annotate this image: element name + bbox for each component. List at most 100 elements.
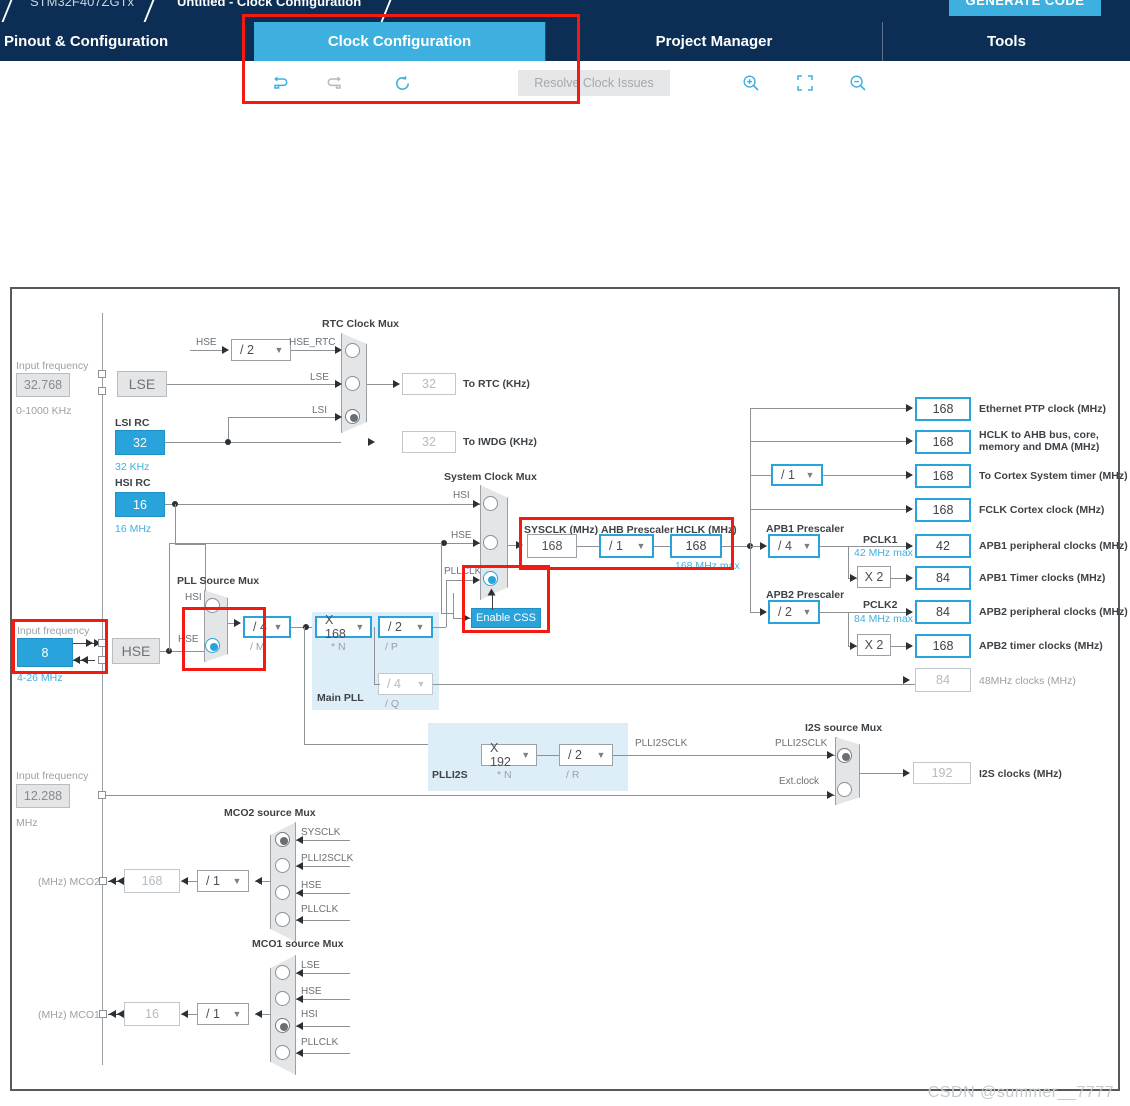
lse-input-frequency-label: Input frequency — [16, 360, 89, 372]
arrow-hse-pin-out-1 — [86, 638, 93, 647]
arrow-lse-to-rtcmux — [335, 379, 342, 388]
plli2s-r-divider-select[interactable]: / 2 ▼ — [559, 744, 613, 766]
mco1-option-hsi[interactable] — [275, 1018, 290, 1033]
pll-n-multiplier-select[interactable]: X 168 ▼ — [315, 613, 372, 641]
ethernet-ptp-value: 168 — [915, 397, 971, 421]
lse-oscillator-box[interactable]: LSE — [117, 371, 167, 397]
wire-hsi-branch-right — [175, 544, 205, 545]
pll-p-divider-select[interactable]: / 2 ▼ — [378, 616, 433, 638]
i2s-ext-unit-label: MHz — [16, 817, 38, 829]
rtc-mux-option-hse-rtc[interactable] — [345, 343, 360, 358]
i2s-clocks-label: I2S clocks (MHz) — [979, 768, 1062, 780]
cortex-systimer-prescaler-select[interactable]: / 1 ▼ — [771, 464, 823, 486]
undo-icon[interactable] — [267, 70, 293, 96]
sysmux-option-hse[interactable] — [483, 535, 498, 550]
enable-css-button[interactable]: Enable CSS — [471, 608, 541, 628]
wire-hclk-to-apb2-vert — [750, 546, 751, 612]
apb1-prescaler-select[interactable]: / 4 ▼ — [768, 534, 820, 558]
lsi-rc-title: LSI RC — [115, 417, 150, 429]
cortex-systimer-prescaler-value: / 1 — [781, 468, 795, 482]
mco2-divider-select[interactable]: / 1 ▼ — [197, 870, 249, 892]
i2s-clocks-value: 192 — [913, 762, 971, 784]
redo-icon — [322, 70, 348, 96]
ahb-prescaler-select[interactable]: / 1 ▼ — [599, 534, 654, 558]
pll-m-divider-select[interactable]: / 4 ▼ — [243, 616, 291, 638]
sysmux-option-hsi[interactable] — [483, 496, 498, 511]
lse-pin-out — [98, 387, 106, 395]
pll-mux-option-hsi[interactable] — [205, 598, 220, 613]
to-rtc-value: 32 — [402, 373, 456, 395]
i2s-ext-input-frequency-field[interactable]: 12.288 — [16, 784, 70, 808]
breadcrumb-current-page[interactable]: Untitled - Clock Configuration — [177, 0, 361, 9]
plli2s-n-multiplier-select[interactable]: X 192 ▼ — [481, 741, 537, 769]
arrow-mco1-pin-2 — [117, 1009, 124, 1018]
mco2-option-plli2sclk[interactable] — [275, 858, 290, 873]
reset-icon[interactable] — [389, 70, 415, 96]
fit-to-screen-icon[interactable] — [792, 70, 818, 96]
wire-hse-to-css — [441, 543, 442, 613]
arrow-to-apb1-x2 — [850, 573, 857, 582]
arrow-mco1-div-out — [181, 1009, 188, 1018]
mco1-value: 16 — [124, 1002, 180, 1026]
ahb-prescaler-value: / 1 — [609, 539, 623, 553]
pll-n-multiplier-value: X 168 — [325, 613, 346, 641]
main-pll-title: Main PLL — [317, 692, 364, 704]
hsi-frequency-field[interactable]: 16 — [115, 492, 165, 517]
i2smux-option-plli2sclk[interactable] — [837, 748, 852, 763]
mco1-divider-select[interactable]: / 1 ▼ — [197, 1003, 249, 1025]
generate-code-button[interactable]: GENERATE CODE — [949, 0, 1101, 16]
i2s-ext-input-frequency-label: Input frequency — [16, 770, 89, 782]
rtc-mux-option-lsi[interactable] — [345, 409, 360, 424]
mco2-pin-label: (MHz) MCO2 — [38, 876, 100, 888]
i2s-ext-pin — [98, 791, 106, 799]
wire-to-plli2s-n — [304, 744, 430, 745]
tab-pinout-configuration[interactable]: Pinout & Configuration — [0, 22, 254, 61]
mco1-option-pllclk[interactable] — [275, 1045, 290, 1060]
breadcrumb-separator-2 — [378, 0, 394, 22]
wire-hse-to-sysmux — [169, 543, 480, 544]
lsi-frequency-field[interactable]: 32 — [115, 430, 165, 455]
hse-input-frequency-field[interactable]: 8 — [17, 638, 73, 667]
zoom-in-icon[interactable] — [738, 70, 764, 96]
tab-clock-configuration[interactable]: Clock Configuration — [254, 22, 545, 61]
rtc-mux-option-lse[interactable] — [345, 376, 360, 391]
tab-project-manager[interactable]: Project Manager — [545, 22, 882, 61]
arrow-lsi-to-iwdg — [368, 437, 375, 446]
zoom-out-icon[interactable] — [845, 70, 871, 96]
wire-plli2s-n-to-r — [537, 755, 559, 756]
stm32cubemx-window: STM32F407ZGTx Untitled - Clock Configura… — [0, 0, 1130, 1106]
mco1-option-hse[interactable] — [275, 991, 290, 1006]
sysmux-option-pllclk[interactable] — [483, 571, 498, 586]
mco2-option-pllclk[interactable] — [275, 912, 290, 927]
apb2-prescaler-select[interactable]: / 2 ▼ — [768, 600, 820, 624]
chevron-down-icon: ▼ — [805, 470, 815, 480]
i2smux-input-plli2sclk-label: PLLI2SCLK — [775, 738, 828, 749]
mco2-option-hse[interactable] — [275, 885, 290, 900]
lse-input-frequency-field[interactable]: 32.768 — [16, 373, 70, 397]
arrow-sysclk-into-mco2 — [296, 835, 303, 844]
wire-css-left-vert — [453, 593, 454, 618]
wire-hsi-to-sysmux — [165, 504, 480, 505]
chevron-down-icon: ▼ — [636, 541, 646, 551]
breadcrumb-separator-0 — [0, 0, 15, 22]
mco2-option-sysclk[interactable] — [275, 832, 290, 847]
tab-tools[interactable]: Tools — [882, 22, 1130, 61]
arrow-mco2-pin-2 — [117, 876, 124, 885]
hse-oscillator-box[interactable]: HSE — [112, 638, 160, 664]
wire-to-cortex-prescaler — [750, 475, 771, 476]
mco1-option-lse[interactable] — [275, 965, 290, 980]
pll-p-sublabel: / P — [385, 641, 398, 653]
watermark: CSDN @summer__7777 — [927, 1084, 1114, 1101]
arrow-hse-to-rtcdiv — [222, 345, 229, 354]
main-tab-bar: Pinout & Configuration Clock Configurati… — [0, 22, 1130, 61]
hse-rtc-prescaler-select[interactable]: / 2 ▼ — [231, 339, 291, 361]
wire-lsi-out — [165, 442, 341, 443]
pll-q-divider-select[interactable]: / 4 ▼ — [378, 673, 433, 695]
pll-m-sublabel: / M — [250, 641, 265, 653]
wire-to-ethernet-ptp — [750, 408, 912, 409]
pll-mux-option-hse[interactable] — [205, 638, 220, 653]
breadcrumb-device[interactable]: STM32F407ZGTx — [30, 0, 134, 9]
wire-n-to-q-h — [374, 684, 380, 685]
i2smux-option-extclock[interactable] — [837, 782, 852, 797]
wire-apb2-branch-down — [848, 612, 849, 646]
